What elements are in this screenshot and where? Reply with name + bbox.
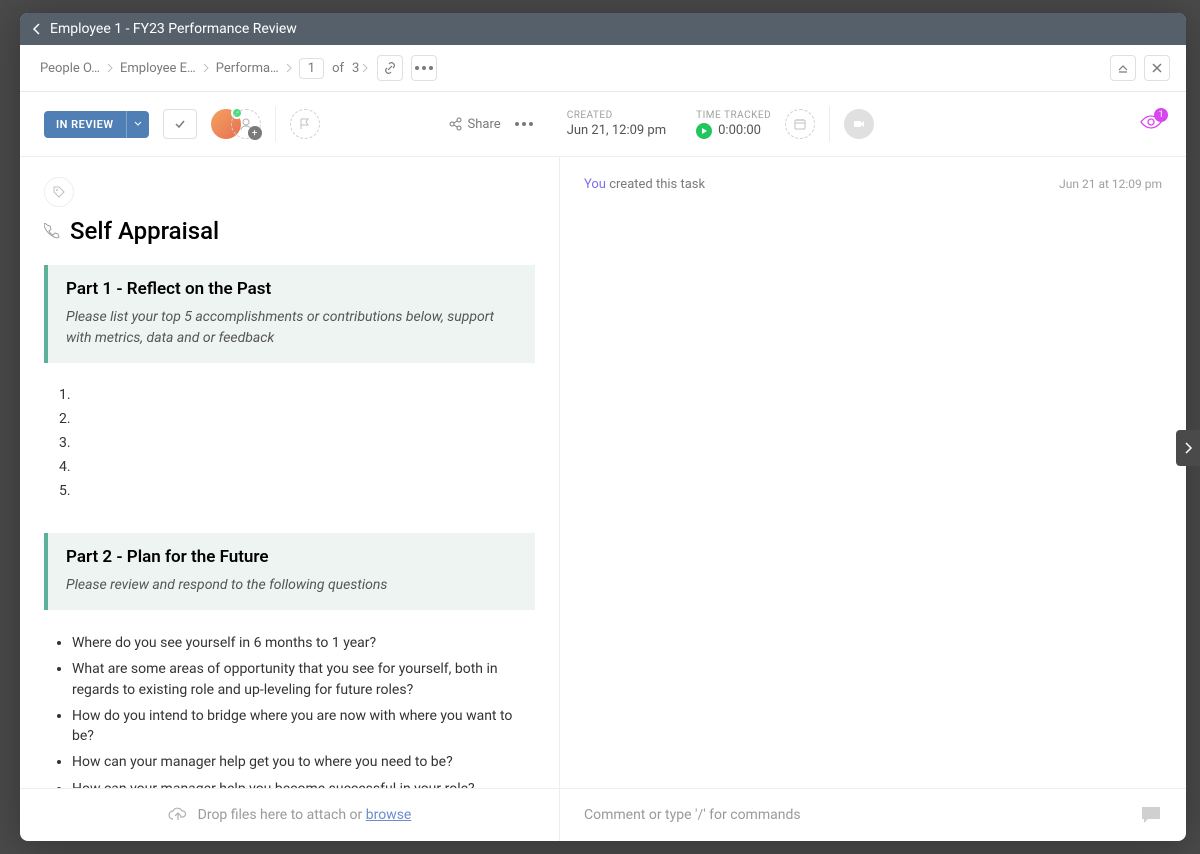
question-item: What are some areas of opportunity that … (72, 656, 535, 703)
attachment-dropzone[interactable]: Drop files here to attach or browse (20, 789, 560, 841)
breadcrumb-item[interactable]: People O… (36, 58, 104, 79)
accomplishments-list[interactable] (74, 383, 535, 503)
close-button[interactable] (1144, 55, 1170, 81)
pager-current: 1 (299, 58, 324, 79)
priority-button[interactable] (290, 109, 320, 139)
link-icon[interactable] (377, 55, 403, 81)
minimize-button[interactable] (1110, 55, 1136, 81)
chat-icon[interactable] (1140, 805, 1162, 825)
part1-prompt: Please list your top 5 accomplishments o… (66, 307, 517, 349)
browse-link[interactable]: browse (366, 807, 412, 823)
doc-title: Self Appraisal (70, 217, 219, 245)
share-button[interactable]: Share (448, 117, 501, 132)
play-icon[interactable] (696, 123, 712, 139)
comment-input[interactable]: Comment or type '/' for commands (584, 807, 801, 823)
task-title: Employee 1 - FY23 Performance Review (50, 21, 297, 37)
tag-button[interactable] (44, 177, 74, 207)
activity-pane: You created this task Jun 21 at 12:09 pm (560, 157, 1186, 788)
question-item: How can your manager help you become suc… (72, 776, 535, 788)
more-icon[interactable] (515, 122, 533, 126)
watchers-button[interactable]: 1 (1140, 114, 1162, 134)
document-pane: Self Appraisal Part 1 - Reflect on the P… (20, 157, 560, 788)
questions-list: Where do you see yourself in 6 months to… (72, 630, 535, 788)
activity-item: You created this task Jun 21 at 12:09 pm (584, 177, 1162, 192)
activity-timestamp: Jun 21 at 12:09 pm (1059, 177, 1162, 192)
breadcrumb-bar: People O… Employee E… Performa… 1 of 3 (20, 45, 1186, 92)
part2-heading: Part 2 - Plan for the Future (66, 547, 517, 567)
question-item: Where do you see yourself in 6 months to… (72, 630, 535, 656)
cloud-upload-icon (168, 807, 188, 823)
phone-icon (44, 223, 60, 239)
part1-heading: Part 1 - Reflect on the Past (66, 279, 517, 299)
question-item: How can your manager help get you to whe… (72, 749, 535, 775)
part2-prompt: Please review and respond to the followi… (66, 575, 517, 596)
toolbar: IN REVIEW + Share CREATED Jun 21, 12:09 (20, 92, 1186, 157)
status-dropdown-icon[interactable] (126, 111, 149, 138)
back-icon[interactable] (32, 22, 42, 36)
activity-actor[interactable]: You (584, 177, 606, 192)
complete-button[interactable] (163, 109, 197, 139)
breadcrumb-item[interactable]: Employee E… (116, 58, 200, 79)
pager: 1 of 3 (299, 58, 360, 79)
question-item: How do you intend to bridge where you ar… (72, 703, 535, 750)
created-meta: CREATED Jun 21, 12:09 pm (567, 110, 666, 139)
video-button[interactable] (844, 109, 874, 139)
add-assignee-button[interactable]: + (231, 109, 261, 139)
part2-callout: Part 2 - Plan for the Future Please revi… (44, 533, 535, 610)
footer: Drop files here to attach or browse Comm… (20, 788, 1186, 841)
side-expand-button[interactable] (1176, 430, 1200, 466)
pager-total: 3 (352, 61, 359, 76)
status-button[interactable]: IN REVIEW (44, 111, 149, 138)
part1-callout: Part 1 - Reflect on the Past Please list… (44, 265, 535, 363)
titlebar: Employee 1 - FY23 Performance Review (20, 13, 1186, 45)
watchers-badge: 1 (1154, 108, 1168, 122)
date-button[interactable] (785, 109, 815, 139)
time-tracked-meta: TIME TRACKED 0:00:00 (696, 110, 771, 139)
breadcrumb-item[interactable]: Performa… (212, 58, 283, 79)
more-button[interactable] (411, 55, 437, 81)
